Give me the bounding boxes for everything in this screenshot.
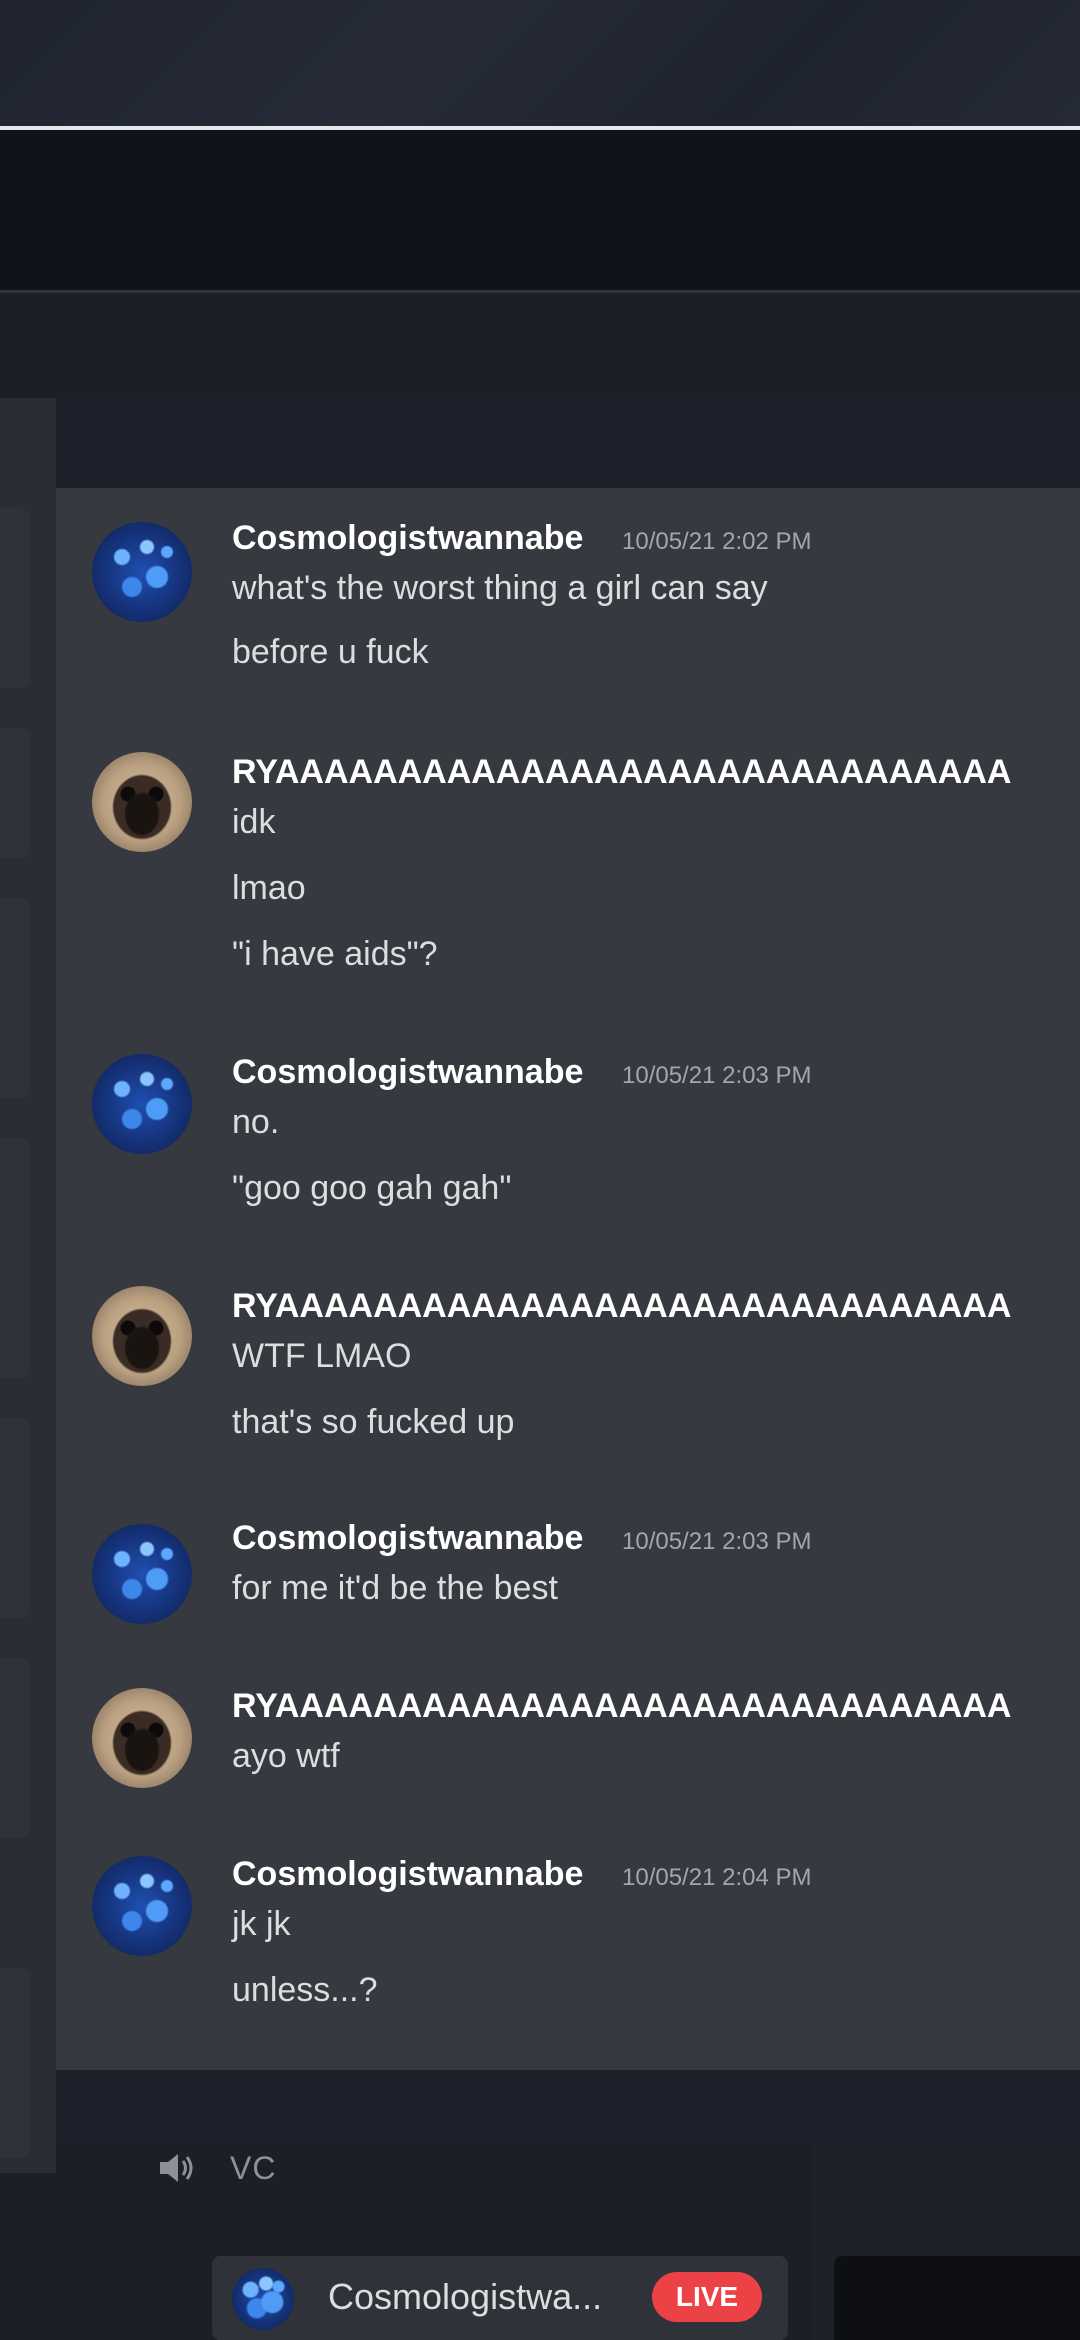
message-text: unless...? bbox=[232, 1971, 378, 2009]
left-card bbox=[0, 1418, 30, 1618]
message-text: "i have aids"? bbox=[232, 935, 438, 973]
message-text: "goo goo gah gah" bbox=[232, 1169, 512, 1207]
message-author[interactable]: Cosmologistwannabe bbox=[232, 1854, 583, 1894]
left-card bbox=[0, 1138, 30, 1378]
message-text: that's so fucked up bbox=[232, 1403, 515, 1441]
message-text: idk bbox=[232, 803, 276, 841]
message-text: what's the worst thing a girl can say bbox=[232, 569, 768, 607]
message-text: for me it'd be the best bbox=[232, 1569, 558, 1607]
message-author[interactable]: RYAAAAAAAAAAAAAAAAAAAAAAAAAAAAAA bbox=[232, 1686, 1011, 1726]
left-card bbox=[0, 1658, 30, 1838]
message-text: WTF LMAO bbox=[232, 1337, 412, 1375]
speaker-icon bbox=[160, 2154, 193, 2182]
voice-user-name: Cosmologistwa... bbox=[328, 2276, 603, 2317]
galaxy-avatar[interactable] bbox=[92, 1856, 192, 1956]
message-author[interactable]: Cosmologistwannabe bbox=[232, 1052, 583, 1092]
message-composer-bar bbox=[56, 2070, 1080, 2140]
galaxy-avatar bbox=[232, 2268, 294, 2330]
pug-avatar[interactable] bbox=[92, 1286, 192, 1386]
message-timestamp: 10/05/21 2:03 PM bbox=[622, 1062, 812, 1089]
message-author[interactable]: RYAAAAAAAAAAAAAAAAAAAAAAAAAAAAAA bbox=[232, 752, 1011, 792]
pug-avatar[interactable] bbox=[92, 1688, 192, 1788]
message-text: before u fuck bbox=[232, 633, 429, 671]
left-card bbox=[0, 1968, 30, 2158]
left-card bbox=[0, 898, 30, 1098]
galaxy-avatar[interactable] bbox=[92, 1054, 192, 1154]
message-author[interactable]: Cosmologistwannabe bbox=[232, 518, 583, 558]
message-text: jk jk bbox=[232, 1905, 291, 1943]
stream-preview[interactable] bbox=[834, 2256, 1080, 2340]
message-list[interactable]: Cosmologistwannabe 10/05/21 2:02 PM what… bbox=[56, 488, 1080, 2070]
chat-header bbox=[56, 398, 1080, 488]
voice-user-entry[interactable]: Cosmologistwa... LIVE bbox=[212, 2256, 788, 2340]
live-badge: LIVE bbox=[652, 2272, 762, 2322]
galaxy-avatar[interactable] bbox=[92, 522, 192, 622]
message-timestamp: 10/05/21 2:02 PM bbox=[622, 528, 812, 555]
left-card bbox=[0, 728, 30, 858]
left-card bbox=[0, 508, 30, 688]
message-author[interactable]: RYAAAAAAAAAAAAAAAAAAAAAAAAAAAAAA bbox=[232, 1286, 1011, 1326]
galaxy-avatar[interactable] bbox=[92, 1524, 192, 1624]
pug-avatar[interactable] bbox=[92, 752, 192, 852]
message-text: lmao bbox=[232, 869, 306, 907]
left-panel bbox=[0, 398, 56, 2173]
message-text: no. bbox=[232, 1103, 280, 1141]
message-author[interactable]: Cosmologistwannabe bbox=[232, 1518, 583, 1558]
message-text: ayo wtf bbox=[232, 1737, 340, 1775]
top-banner bbox=[0, 0, 1080, 126]
header-band bbox=[0, 130, 1080, 290]
message-timestamp: 10/05/21 2:04 PM bbox=[622, 1864, 812, 1891]
message-timestamp: 10/05/21 2:03 PM bbox=[622, 1528, 812, 1555]
voice-channel-name: VC bbox=[230, 2150, 277, 2186]
